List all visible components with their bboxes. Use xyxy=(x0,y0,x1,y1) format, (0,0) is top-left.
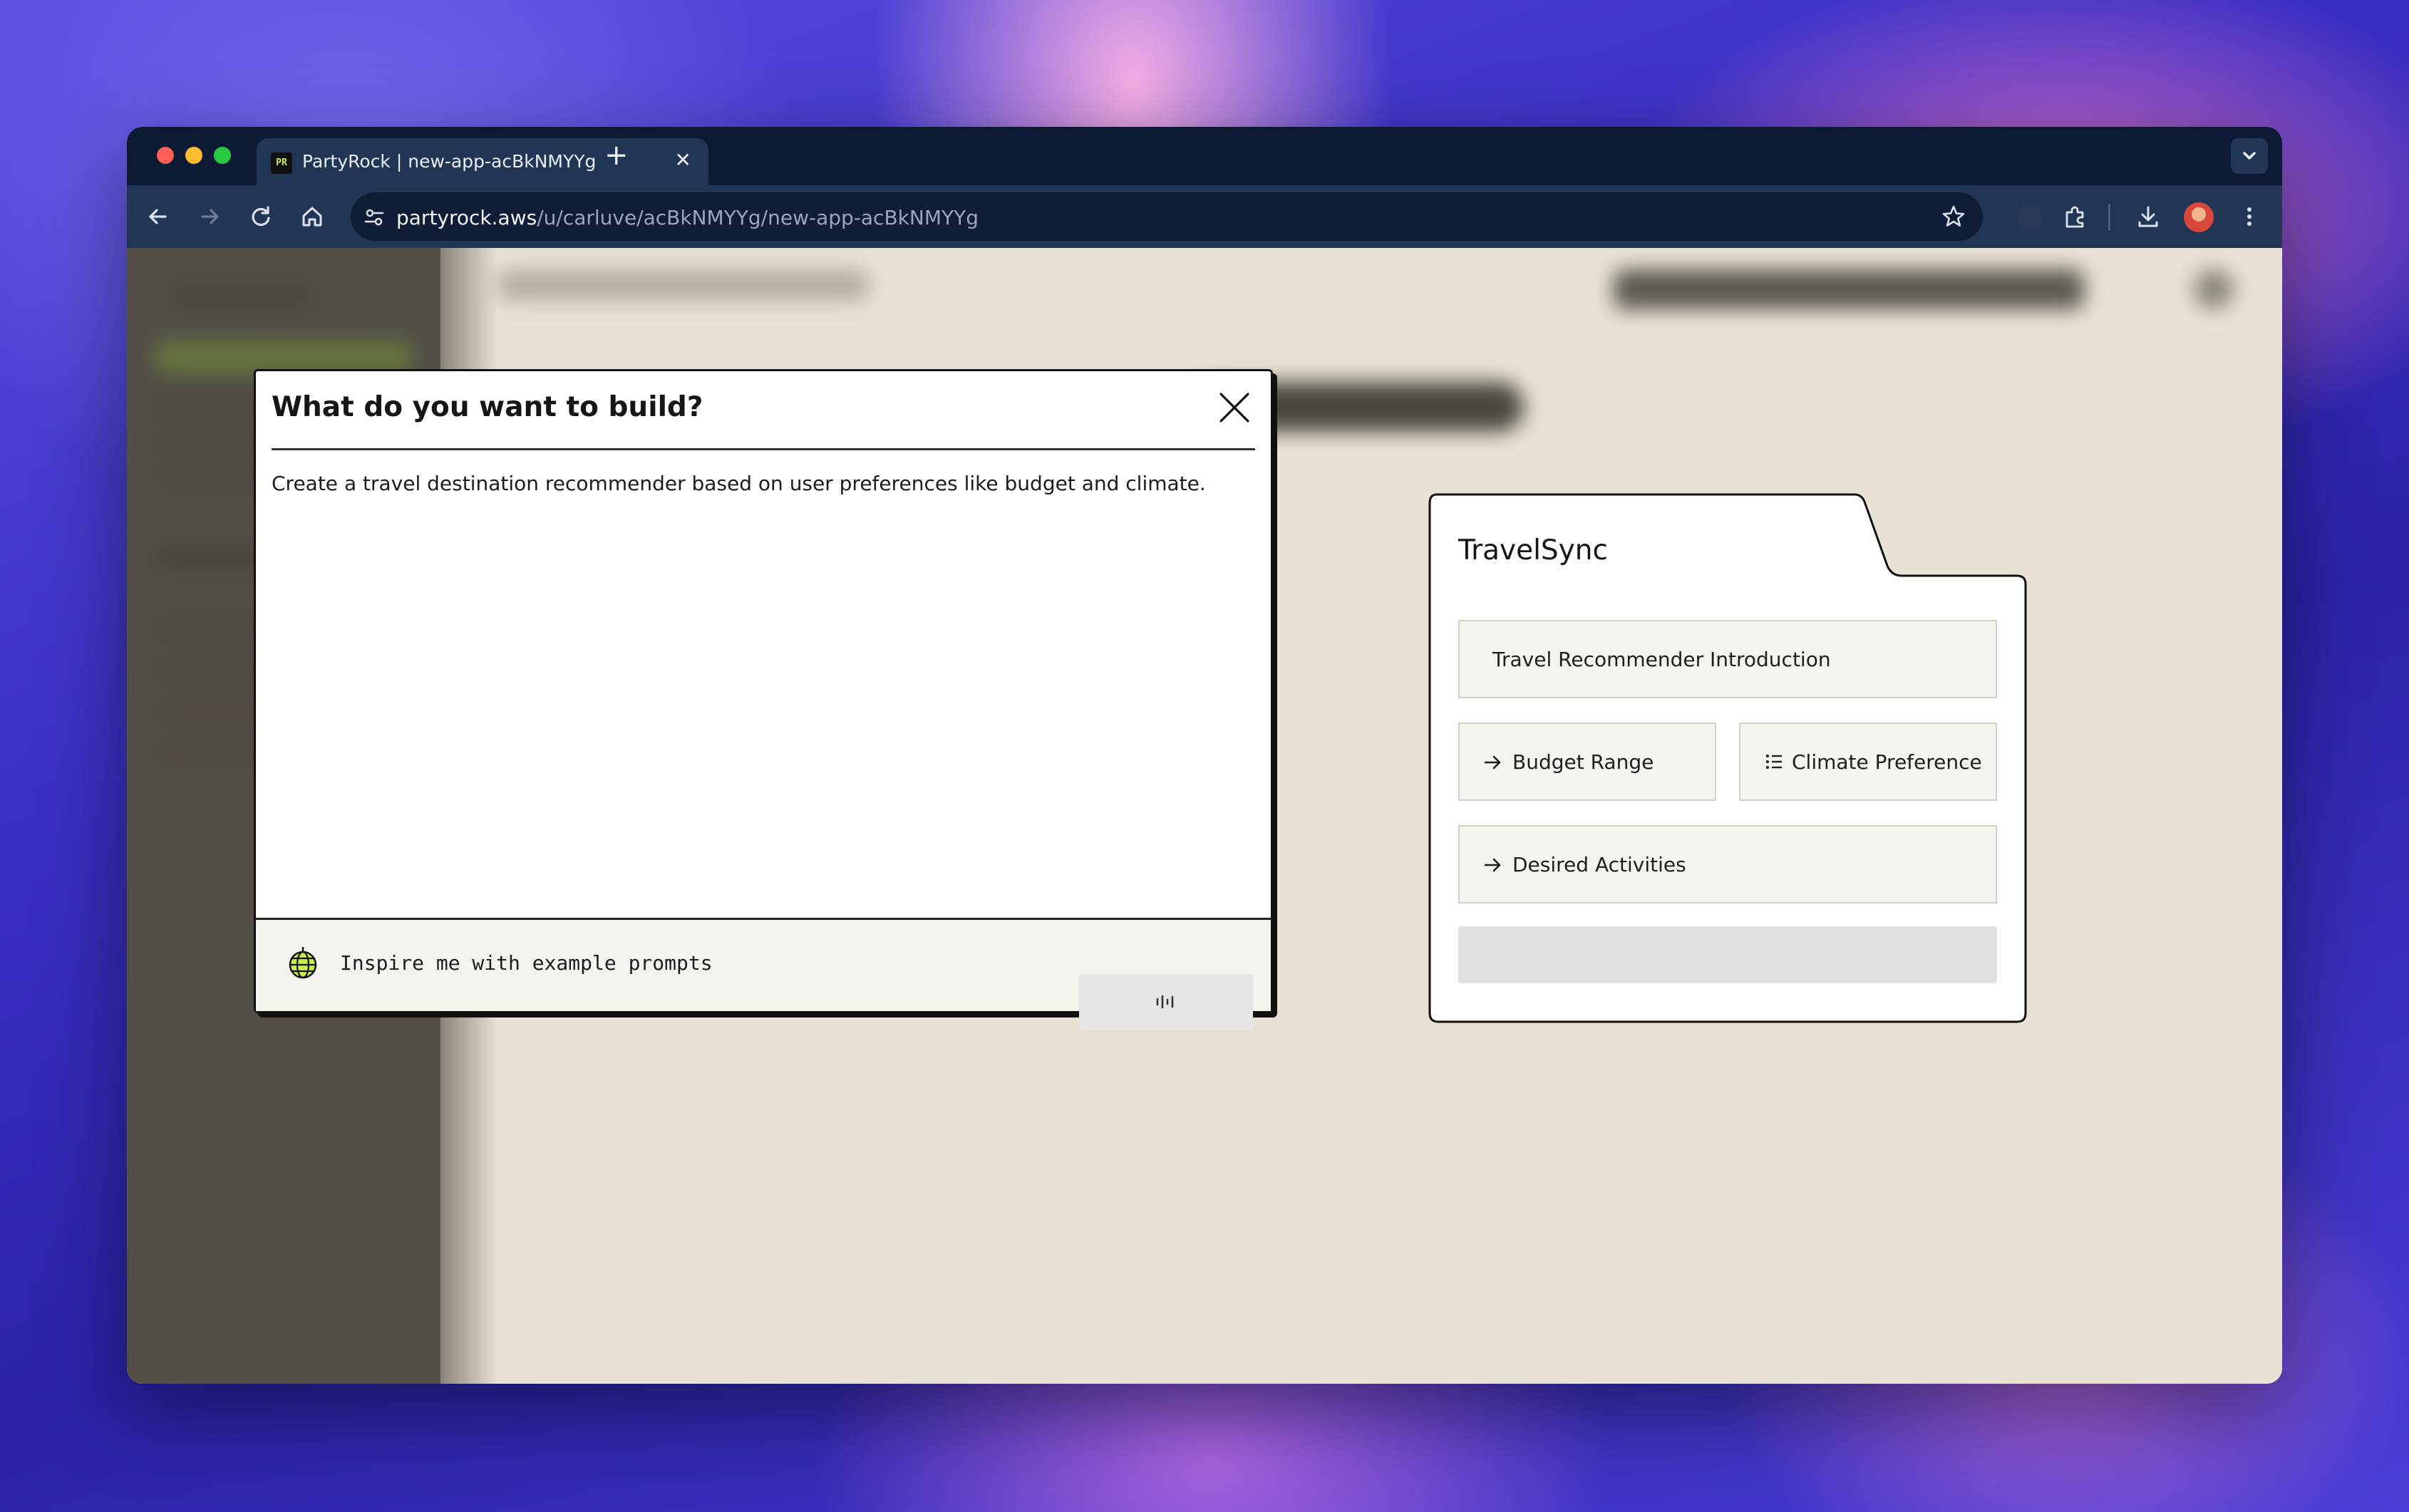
reload-icon[interactable] xyxy=(247,202,275,231)
partyrock-favicon-icon: PR xyxy=(271,152,292,174)
site-settings-icon[interactable] xyxy=(363,207,385,228)
browser-tab-active[interactable]: PR PartyRock | new-app-acBkNMYYg ✕ xyxy=(257,138,708,185)
widget-climate-preference[interactable]: Climate Preference xyxy=(1739,723,1997,801)
download-icon[interactable] xyxy=(2134,202,2162,231)
address-bar[interactable]: partyrock.aws/u/carluve/acBkNMYYg/new-ap… xyxy=(351,192,1983,241)
dialog-divider xyxy=(272,448,1255,450)
preview-app-name: TravelSync xyxy=(1458,534,1608,566)
tab-strip: PR PartyRock | new-app-acBkNMYYg ✕ + xyxy=(127,127,2282,185)
widget-label: Desired Activities xyxy=(1512,853,1686,876)
audio-waveform-icon xyxy=(1156,995,1174,1009)
more-menu-icon[interactable] xyxy=(2235,202,2264,231)
voice-input-button[interactable] xyxy=(1079,974,1253,1030)
app-preview-card: TravelSync Travel Recommender Introducti… xyxy=(1428,493,2028,1023)
profile-avatar[interactable] xyxy=(2184,202,2214,232)
widget-label: Travel Recommender Introduction xyxy=(1492,648,1831,671)
widget-label: Climate Preference xyxy=(1792,750,1982,774)
chevron-down-icon xyxy=(2243,152,2256,160)
widget-label: Budget Range xyxy=(1512,750,1654,774)
disco-ball-icon xyxy=(289,947,317,979)
dialog-title: What do you want to build? xyxy=(272,391,703,423)
widget-travel-intro[interactable]: Travel Recommender Introduction xyxy=(1458,620,1997,698)
blurred-extension-icon[interactable] xyxy=(2017,202,2043,231)
bookmark-star-icon[interactable] xyxy=(1941,204,1966,229)
widget-desired-activities[interactable]: Desired Activities xyxy=(1458,825,1997,903)
loading-widget-placeholder xyxy=(1458,926,1997,983)
inspire-me-label: Inspire me with example prompts xyxy=(340,951,713,975)
tab-search-button[interactable] xyxy=(2231,138,2268,174)
home-icon[interactable] xyxy=(298,202,326,231)
back-icon[interactable] xyxy=(144,202,172,231)
extensions-icon[interactable] xyxy=(2061,202,2090,231)
forward-icon[interactable] xyxy=(195,202,224,231)
toolbar-divider xyxy=(2108,204,2110,231)
url-text: partyrock.aws/u/carluve/acBkNMYYg/new-ap… xyxy=(396,206,979,229)
arrow-right-icon xyxy=(1484,858,1501,872)
url-path: /u/carluve/acBkNMYYg/new-app-acBkNMYYg xyxy=(537,206,979,229)
tab-close-icon[interactable]: ✕ xyxy=(675,148,691,172)
arrow-right-icon xyxy=(1484,755,1501,770)
prompt-input[interactable]: Create a travel destination recommender … xyxy=(272,470,1248,783)
build-app-dialog: What do you want to build? Create a trav… xyxy=(254,369,1273,1013)
new-tab-button[interactable]: + xyxy=(604,134,629,177)
list-icon xyxy=(1766,755,1782,769)
close-icon[interactable] xyxy=(1217,390,1252,425)
close-window-button[interactable] xyxy=(157,147,174,164)
minimize-window-button[interactable] xyxy=(185,147,202,164)
widget-budget-range[interactable]: Budget Range xyxy=(1458,723,1716,801)
url-domain: partyrock.aws xyxy=(396,206,537,229)
browser-toolbar: partyrock.aws/u/carluve/acBkNMYYg/new-ap… xyxy=(127,185,2282,248)
fullscreen-window-button[interactable] xyxy=(214,147,231,164)
